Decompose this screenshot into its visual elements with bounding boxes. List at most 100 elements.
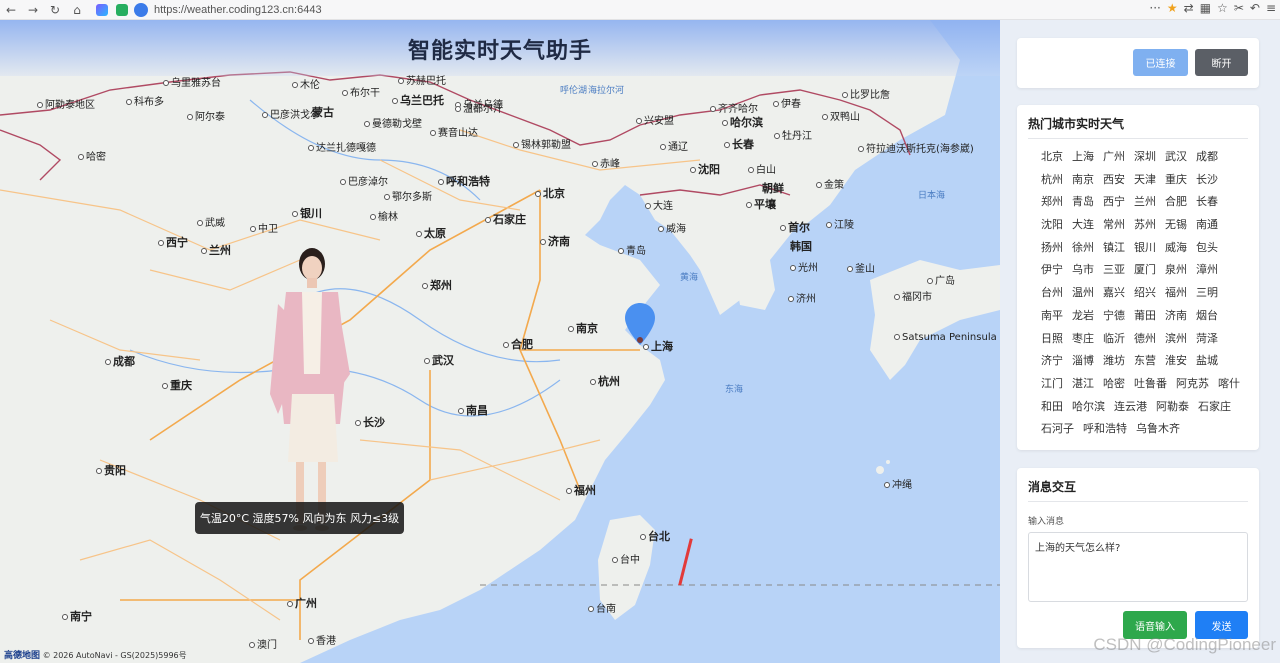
city-link[interactable]: 扬州 xyxy=(1041,240,1067,257)
city-link[interactable]: 哈尔滨 xyxy=(1072,399,1109,416)
city-link[interactable]: 泉州 xyxy=(1165,262,1191,279)
city-link[interactable]: 徐州 xyxy=(1072,240,1098,257)
location-pin-icon[interactable] xyxy=(625,303,655,345)
city-link[interactable]: 济宁 xyxy=(1041,353,1067,370)
city-link[interactable]: 枣庄 xyxy=(1072,331,1098,348)
weather-map[interactable]: 智能实时天气助手 乌里雅苏台 木伦 苏赫巴托 布尔干 乌兰巴托 乌兰乌德 呼伦湖 海拉尔河 比罗… xyxy=(0,20,1000,663)
city-link[interactable]: 大连 xyxy=(1072,217,1098,234)
microphone-icon[interactable] xyxy=(134,2,148,17)
city-link[interactable]: 宁德 xyxy=(1103,308,1129,325)
city-link[interactable]: 上海 xyxy=(1072,149,1098,166)
city-link[interactable]: 石家庄 xyxy=(1198,399,1235,416)
city-link[interactable]: 沈阳 xyxy=(1041,217,1067,234)
city-link[interactable]: 三明 xyxy=(1196,285,1222,302)
city-link[interactable]: 淮安 xyxy=(1165,353,1191,370)
extension-icon[interactable] xyxy=(96,3,108,16)
bookmark-icon[interactable]: ☆ xyxy=(1217,1,1228,15)
grid-icon[interactable]: ▦ xyxy=(1200,1,1211,15)
city-link[interactable]: 三亚 xyxy=(1103,262,1129,279)
city-link[interactable]: 台州 xyxy=(1041,285,1067,302)
url-bar[interactable]: https://weather.coding123.cn:6443 xyxy=(154,4,322,16)
city-link[interactable]: 济南 xyxy=(1165,308,1191,325)
city-link[interactable]: 伊宁 xyxy=(1041,262,1067,279)
city-link[interactable]: 成都 xyxy=(1196,149,1222,166)
city-link[interactable]: 南通 xyxy=(1196,217,1222,234)
city-link[interactable]: 包头 xyxy=(1196,240,1222,257)
city-link[interactable]: 镇江 xyxy=(1103,240,1129,257)
city-link[interactable]: 北京 xyxy=(1041,149,1067,166)
city-link[interactable]: 漳州 xyxy=(1196,262,1222,279)
shield-icon[interactable] xyxy=(116,3,128,16)
city-link[interactable]: 郑州 xyxy=(1041,194,1067,211)
city-link[interactable]: 江门 xyxy=(1041,376,1067,393)
city-link[interactable]: 青岛 xyxy=(1072,194,1098,211)
city-link[interactable]: 阿勒泰 xyxy=(1156,399,1193,416)
city-link[interactable]: 威海 xyxy=(1165,240,1191,257)
city-link[interactable]: 连云港 xyxy=(1114,399,1151,416)
city-link[interactable]: 常州 xyxy=(1103,217,1129,234)
city-link[interactable]: 德州 xyxy=(1134,331,1160,348)
city-link[interactable]: 厦门 xyxy=(1134,262,1160,279)
map-label: 江陵 xyxy=(826,216,854,231)
city-link[interactable]: 吐鲁番 xyxy=(1134,376,1171,393)
city-link[interactable]: 武汉 xyxy=(1165,149,1191,166)
city-link[interactable]: 喀什 xyxy=(1218,376,1244,393)
city-link[interactable]: 烟台 xyxy=(1196,308,1222,325)
city-link[interactable]: 淄博 xyxy=(1072,353,1098,370)
city-link[interactable]: 西安 xyxy=(1103,172,1129,189)
forward-icon[interactable]: → xyxy=(22,3,44,17)
city-link[interactable]: 苏州 xyxy=(1134,217,1160,234)
home-icon[interactable]: ⌂ xyxy=(66,3,88,17)
connected-button[interactable]: 已连接 xyxy=(1133,49,1188,76)
city-link[interactable]: 龙岩 xyxy=(1072,308,1098,325)
city-link[interactable]: 深圳 xyxy=(1134,149,1160,166)
city-link[interactable]: 无锡 xyxy=(1165,217,1191,234)
city-link[interactable]: 长沙 xyxy=(1196,172,1222,189)
city-link[interactable]: 长春 xyxy=(1196,194,1222,211)
undo-icon[interactable]: ↶ xyxy=(1250,1,1260,15)
star-icon[interactable]: ★ xyxy=(1167,1,1178,15)
more-icon[interactable]: ··· xyxy=(1149,1,1160,15)
map-label: 武威 xyxy=(197,214,225,229)
city-link[interactable]: 滨州 xyxy=(1165,331,1191,348)
menu-icon[interactable]: ≡ xyxy=(1266,1,1276,15)
city-link[interactable]: 绍兴 xyxy=(1134,285,1160,302)
city-link[interactable]: 日照 xyxy=(1041,331,1067,348)
city-link[interactable]: 湛江 xyxy=(1072,376,1098,393)
city-link[interactable]: 西宁 xyxy=(1103,194,1129,211)
message-input[interactable]: 上海的天气怎么样? xyxy=(1028,532,1248,602)
map-label: 济州 xyxy=(788,290,816,305)
city-link[interactable]: 福州 xyxy=(1165,285,1191,302)
city-link[interactable]: 南京 xyxy=(1072,172,1098,189)
cut-icon[interactable]: ✂ xyxy=(1234,1,1244,15)
city-link[interactable]: 温州 xyxy=(1072,285,1098,302)
city-link[interactable]: 天津 xyxy=(1134,172,1160,189)
city-link[interactable]: 银川 xyxy=(1134,240,1160,257)
map-label: 福冈市 xyxy=(894,288,932,303)
city-link[interactable]: 阿克苏 xyxy=(1176,376,1213,393)
reload-icon[interactable]: ↻ xyxy=(44,3,66,17)
translate-icon[interactable]: ⇄ xyxy=(1184,1,1194,15)
city-link[interactable]: 和田 xyxy=(1041,399,1067,416)
city-link[interactable]: 潍坊 xyxy=(1103,353,1129,370)
city-link[interactable]: 杭州 xyxy=(1041,172,1067,189)
city-link[interactable]: 乌市 xyxy=(1072,262,1098,279)
disconnect-button[interactable]: 断开 xyxy=(1195,49,1248,76)
city-link[interactable]: 哈密 xyxy=(1103,376,1129,393)
city-link[interactable]: 南平 xyxy=(1041,308,1067,325)
connection-card: 已连接 断开 xyxy=(1017,38,1259,88)
city-link[interactable]: 广州 xyxy=(1103,149,1129,166)
city-link[interactable]: 呼和浩特 xyxy=(1083,421,1131,438)
city-link[interactable]: 石河子 xyxy=(1041,421,1078,438)
city-link[interactable]: 临沂 xyxy=(1103,331,1129,348)
back-icon[interactable]: ← xyxy=(0,3,22,17)
city-link[interactable]: 兰州 xyxy=(1134,194,1160,211)
city-link[interactable]: 东营 xyxy=(1134,353,1160,370)
city-link[interactable]: 乌鲁木齐 xyxy=(1136,421,1184,438)
city-link[interactable]: 嘉兴 xyxy=(1103,285,1129,302)
city-link[interactable]: 莆田 xyxy=(1134,308,1160,325)
city-link[interactable]: 重庆 xyxy=(1165,172,1191,189)
city-link[interactable]: 盐城 xyxy=(1196,353,1222,370)
city-link[interactable]: 菏泽 xyxy=(1196,331,1222,348)
city-link[interactable]: 合肥 xyxy=(1165,194,1191,211)
